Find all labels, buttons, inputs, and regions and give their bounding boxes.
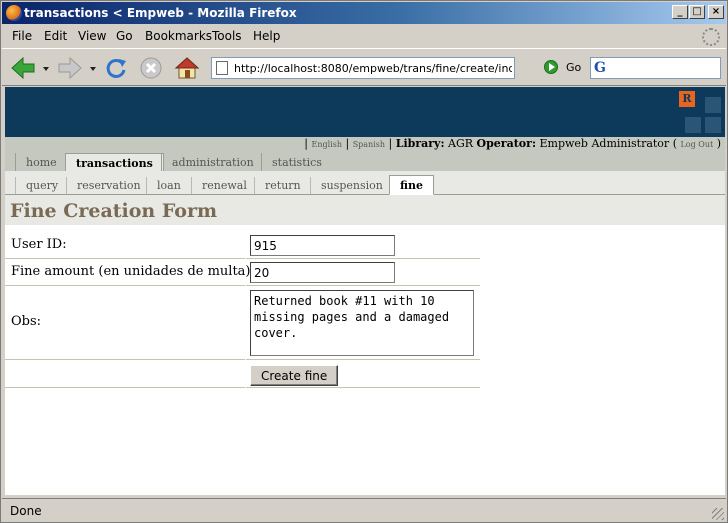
tab-home[interactable]: home	[15, 153, 67, 171]
main-tab-bar: home transactions administration statist…	[5, 151, 725, 172]
form-row-submit: Create fine	[5, 360, 480, 388]
stop-icon	[140, 57, 162, 79]
subtab-return[interactable]: return	[254, 177, 311, 194]
url-input[interactable]	[234, 60, 512, 76]
minimize-button[interactable]: _	[672, 5, 688, 19]
back-button[interactable]	[10, 55, 36, 81]
subtab-loan[interactable]: loan	[146, 177, 191, 194]
menu-tools[interactable]: Tools	[212, 29, 242, 43]
library-value: AGR	[448, 137, 474, 150]
firefox-icon	[6, 5, 22, 21]
menu-edit[interactable]: Edit	[44, 29, 67, 43]
go-icon	[544, 60, 558, 74]
operator-value: Empweb Administrator	[539, 137, 670, 150]
logo-square-3	[705, 117, 721, 133]
web-page: R | English | Spanish | Library: AGR Ope…	[5, 87, 725, 495]
spanish-link[interactable]: Spanish	[353, 140, 385, 149]
page-title: Fine Creation Form	[5, 195, 725, 225]
page-icon	[216, 61, 228, 75]
throbber-icon	[702, 28, 720, 46]
maximize-button[interactable]: □	[689, 5, 705, 19]
forward-history-dropdown[interactable]	[90, 67, 96, 71]
browser-window: transactions < Empweb - Mozilla Firefox …	[0, 0, 728, 523]
tab-transactions[interactable]: transactions	[65, 153, 164, 172]
subtab-reservation[interactable]: reservation	[66, 177, 151, 194]
back-arrow-icon	[11, 56, 35, 80]
tab-administration[interactable]: administration	[161, 153, 264, 171]
subtab-renewal[interactable]: renewal	[191, 177, 257, 194]
site-banner: R	[5, 87, 725, 137]
operator-label: Operator:	[476, 137, 536, 150]
window-title: transactions < Empweb - Mozilla Firefox	[24, 6, 297, 20]
home-icon	[174, 57, 200, 79]
menu-bookmarks[interactable]: Bookmarks	[145, 29, 212, 43]
logo-square-2	[685, 117, 701, 133]
logo-square-1	[705, 97, 721, 113]
url-bar[interactable]	[211, 57, 515, 79]
form-row-user-id: User ID:	[5, 232, 480, 259]
user-id-label: User ID:	[11, 237, 67, 252]
menu-file[interactable]: File	[12, 29, 32, 43]
menu-view[interactable]: View	[78, 29, 106, 43]
forward-button[interactable]	[57, 55, 83, 81]
title-bar: transactions < Empweb - Mozilla Firefox …	[2, 2, 726, 24]
library-label: Library:	[395, 137, 445, 150]
menu-go[interactable]: Go	[116, 29, 133, 43]
subtab-fine[interactable]: fine	[389, 175, 434, 195]
subtab-query[interactable]: query	[15, 177, 68, 194]
tab-statistics[interactable]: statistics	[261, 153, 332, 171]
search-box[interactable]: G	[590, 57, 721, 79]
menu-help[interactable]: Help	[253, 29, 280, 43]
create-fine-button[interactable]: Create fine	[250, 365, 339, 386]
forward-arrow-icon	[58, 56, 82, 80]
reload-button[interactable]	[103, 55, 129, 81]
menu-bar: File Edit View Go Bookmarks Tools Help	[2, 25, 726, 47]
back-history-dropdown[interactable]	[43, 67, 49, 71]
form-row-obs: Obs: Returned book #11 with 10 missing p…	[5, 286, 480, 360]
status-text: Done	[10, 504, 42, 518]
google-icon: G	[594, 60, 606, 76]
fine-amount-label: Fine amount (en unidades de multa):	[11, 264, 255, 279]
session-info-bar: | English | Spanish | Library: AGR Opera…	[5, 137, 725, 151]
close-button[interactable]: ×	[708, 5, 724, 19]
subtab-suspension[interactable]: suspension	[310, 177, 393, 194]
user-id-input[interactable]	[250, 235, 395, 256]
obs-label: Obs:	[11, 314, 42, 329]
logout-link[interactable]: Log Out	[680, 140, 713, 149]
status-bar: Done	[2, 498, 726, 522]
english-link[interactable]: English	[311, 140, 342, 149]
obs-textarea[interactable]: Returned book #11 with 10 missing pages …	[250, 290, 474, 356]
go-label: Go	[566, 61, 582, 74]
form-row-fine-amount: Fine amount (en unidades de multa):	[5, 259, 480, 286]
resize-grip[interactable]	[712, 508, 724, 520]
navigation-toolbar: Go G	[2, 48, 726, 86]
sub-tab-bar: query reservation loan renewal return su…	[5, 171, 725, 195]
fine-amount-input[interactable]	[250, 262, 395, 283]
home-button[interactable]	[174, 55, 200, 81]
empweb-logo-icon: R	[679, 91, 695, 107]
reload-icon	[106, 58, 126, 78]
stop-button[interactable]	[138, 55, 164, 81]
